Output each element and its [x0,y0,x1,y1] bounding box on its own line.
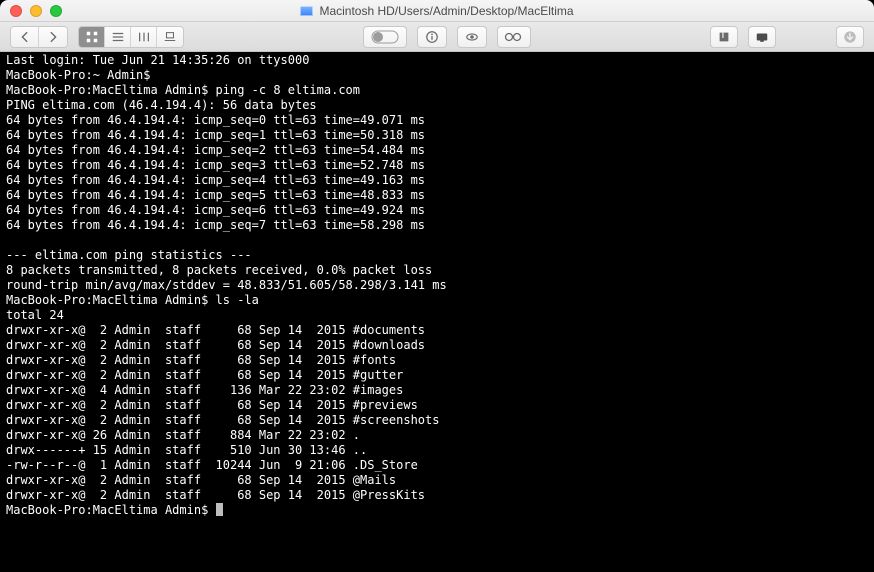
command: ls -la [216,293,259,307]
ls-row: drwx------+ 15 Admin staff 510 Jun 30 13… [6,443,367,457]
window-title: Macintosh HD/Users/Admin/Desktop/MacElti… [0,4,874,18]
ping-line: 64 bytes from 46.4.194.4: icmp_seq=1 ttl… [6,128,425,142]
ping-line: 64 bytes from 46.4.194.4: icmp_seq=7 ttl… [6,218,425,232]
toggle-switch[interactable] [363,26,407,48]
close-button[interactable] [10,5,22,17]
prompt: MacBook-Pro:MacEltima Admin$ [6,503,216,517]
ping-stats-header: --- eltima.com ping statistics --- [6,248,252,262]
window-title-text: Macintosh HD/Users/Admin/Desktop/MacElti… [319,4,573,18]
prompt: MacBook-Pro:MacEltima Admin$ [6,293,216,307]
ls-row: drwxr-xr-x@ 2 Admin staff 68 Sep 14 2015… [6,353,396,367]
back-button[interactable] [11,27,39,47]
ls-row: drwxr-xr-x@ 2 Admin staff 68 Sep 14 2015… [6,488,425,502]
archive-button[interactable] [710,26,738,48]
ls-row: drwxr-xr-x@ 4 Admin staff 136 Mar 22 23:… [6,383,403,397]
preview-button[interactable] [457,26,487,48]
forward-button[interactable] [39,27,67,47]
ping-stats-line: 8 packets transmitted, 8 packets receive… [6,263,432,277]
ls-row: drwxr-xr-x@ 2 Admin staff 68 Sep 14 2015… [6,398,418,412]
view-list-button[interactable] [105,27,131,47]
prompt: MacBook-Pro:MacEltima Admin$ [6,83,216,97]
terminal-button[interactable] [748,26,776,48]
zoom-button[interactable] [50,5,62,17]
titlebar: Macintosh HD/Users/Admin/Desktop/MacElti… [0,0,874,22]
ping-line: 64 bytes from 46.4.194.4: icmp_seq=6 ttl… [6,203,425,217]
terminal-output[interactable]: Last login: Tue Jun 21 14:35:26 on ttys0… [0,52,874,572]
command: ping -c 8 eltima.com [216,83,361,97]
ls-row: drwxr-xr-x@ 26 Admin staff 884 Mar 22 23… [6,428,360,442]
search-button[interactable] [497,26,531,48]
toolbar [0,22,874,52]
view-columns-button[interactable] [131,27,157,47]
ping-line: 64 bytes from 46.4.194.4: icmp_seq=5 ttl… [6,188,425,202]
view-coverflow-button[interactable] [157,27,183,47]
cursor [216,503,223,516]
ping-line: 64 bytes from 46.4.194.4: icmp_seq=4 ttl… [6,173,425,187]
ls-row: drwxr-xr-x@ 2 Admin staff 68 Sep 14 2015… [6,323,425,337]
minimize-button[interactable] [30,5,42,17]
ls-row: drwxr-xr-x@ 2 Admin staff 68 Sep 14 2015… [6,473,396,487]
ping-line: 64 bytes from 46.4.194.4: icmp_seq=3 ttl… [6,158,425,172]
ping-stats-line: round-trip min/avg/max/stddev = 48.833/5… [6,278,447,292]
ls-row: -rw-r--r--@ 1 Admin staff 10244 Jun 9 21… [6,458,418,472]
folder-icon [300,6,313,16]
ls-row: drwxr-xr-x@ 2 Admin staff 68 Sep 14 2015… [6,368,403,382]
ls-row: drwxr-xr-x@ 2 Admin staff 68 Sep 14 2015… [6,413,439,427]
ls-row: drwxr-xr-x@ 2 Admin staff 68 Sep 14 2015… [6,338,425,352]
info-button[interactable] [417,26,447,48]
ping-header: PING eltima.com (46.4.194.4): 56 data by… [6,98,317,112]
ping-line: 64 bytes from 46.4.194.4: icmp_seq=0 ttl… [6,113,425,127]
prompt: MacBook-Pro:~ Admin$ [6,68,158,82]
nav-back-forward [10,26,68,48]
view-icons-button[interactable] [79,27,105,47]
view-mode-segment [78,26,184,48]
ls-total: total 24 [6,308,64,322]
last-login-line: Last login: Tue Jun 21 14:35:26 on ttys0… [6,53,309,67]
download-button[interactable] [836,26,864,48]
ping-line: 64 bytes from 46.4.194.4: icmp_seq=2 ttl… [6,143,425,157]
